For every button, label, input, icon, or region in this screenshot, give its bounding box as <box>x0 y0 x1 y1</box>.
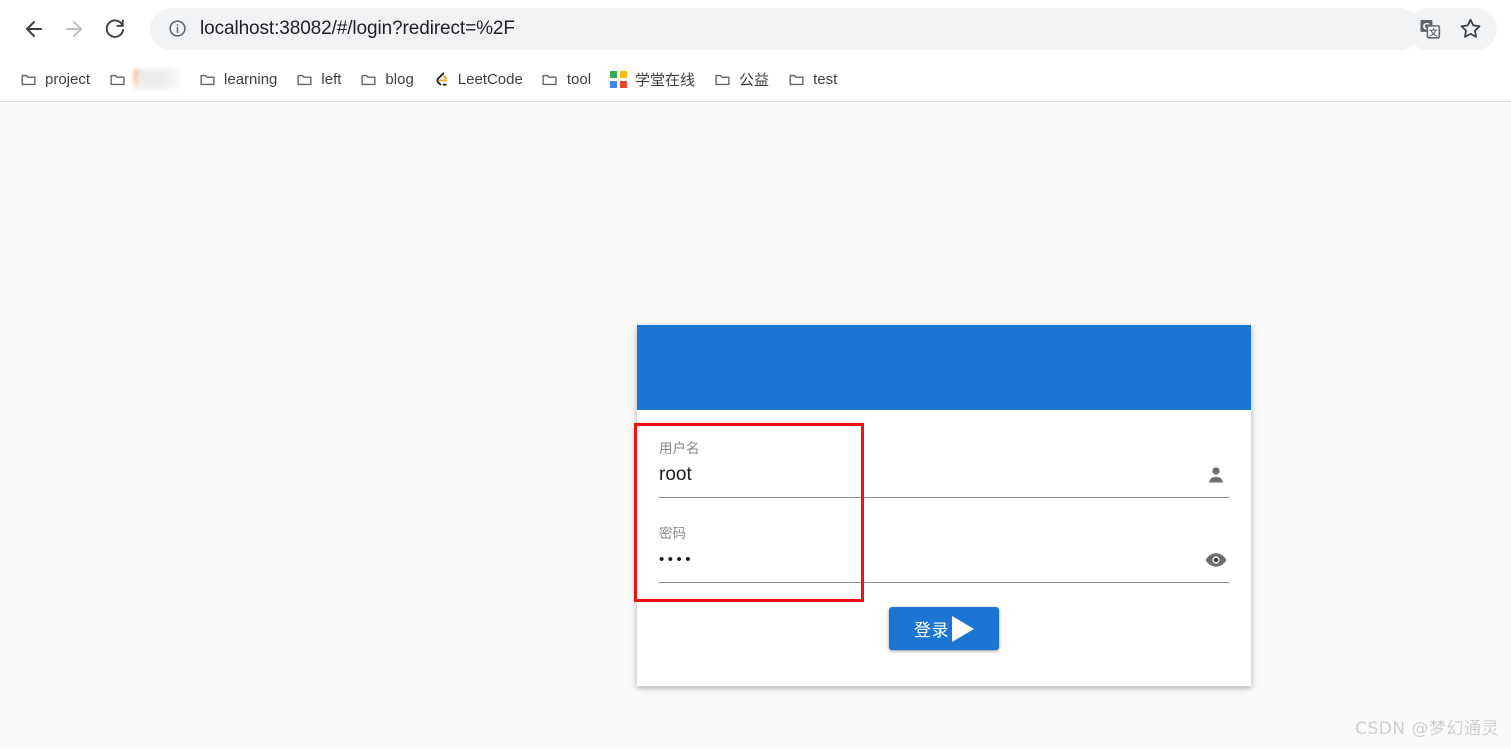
folder-icon <box>713 70 731 88</box>
password-field-group[interactable]: 密码 •••• <box>659 513 1229 583</box>
bookmark-left[interactable]: left <box>286 64 350 94</box>
browser-chrome: localhost:38082/#/login?redirect=%2F G 文 <box>0 0 1511 102</box>
login-card: 用户名 root 密码 •••• 登录 <box>637 325 1251 686</box>
bookmark-learning[interactable]: learning <box>189 64 286 94</box>
bookmark-gongyi[interactable]: 公益 <box>704 64 778 94</box>
bookmark-test[interactable]: test <box>778 64 846 94</box>
leetcode-icon <box>432 70 450 88</box>
bookmark-label: learning <box>224 70 278 88</box>
folder-icon <box>108 70 126 88</box>
reload-button[interactable] <box>94 9 134 49</box>
back-button[interactable] <box>14 9 54 49</box>
page-viewport: 用户名 root 密码 •••• 登录 CSDN @梦幻通灵 <box>0 102 1511 748</box>
folder-icon <box>541 70 559 88</box>
username-field-group[interactable]: 用户名 root <box>659 428 1229 498</box>
bookmark-label: test <box>813 70 838 88</box>
password-input[interactable]: •••• <box>659 547 1229 573</box>
password-label: 密码 <box>659 526 686 541</box>
bookmark-label-blurred <box>134 69 181 89</box>
account-person-icon <box>1203 462 1229 488</box>
login-card-header <box>637 325 1251 410</box>
folder-icon <box>198 70 216 88</box>
bookmark-label: project <box>45 70 91 88</box>
browser-toolbar: localhost:38082/#/login?redirect=%2F G 文 <box>0 0 1511 57</box>
folder-icon <box>359 70 377 88</box>
bookmark-leetcode[interactable]: LeetCode <box>423 64 532 94</box>
login-submit-button[interactable]: 登录 <box>889 607 999 650</box>
username-input[interactable]: root <box>659 462 1229 488</box>
bookmark-project[interactable]: project <box>10 64 99 94</box>
address-bar-url[interactable]: localhost:38082/#/login?redirect=%2F <box>200 18 515 40</box>
login-button-label: 登录 <box>914 621 949 641</box>
bookmark-label: 学堂在线 <box>635 71 696 89</box>
bookmark-label: tool <box>566 70 592 88</box>
back-arrow-icon <box>22 17 46 41</box>
grid-color-icon <box>609 70 627 88</box>
svg-text:文: 文 <box>1429 26 1438 38</box>
forward-button[interactable] <box>54 9 94 49</box>
forward-arrow-icon <box>62 17 86 41</box>
login-actions: 登录 <box>637 583 1251 686</box>
login-form: 用户名 root 密码 •••• <box>637 410 1251 583</box>
bookmarks-bar: project learning left blog LeetCode tool… <box>0 57 1511 102</box>
bookmark-label: blog <box>385 70 414 88</box>
bookmark-label: LeetCode <box>457 70 523 88</box>
arrow-right-triangle-icon <box>952 615 974 642</box>
info-circle-icon[interactable] <box>164 16 190 42</box>
bookmark-xuetangzaixian[interactable]: 学堂在线 <box>600 64 704 94</box>
bookmark-redacted[interactable] <box>99 64 189 94</box>
address-bar[interactable]: localhost:38082/#/login?redirect=%2F <box>150 7 1421 50</box>
folder-icon <box>19 70 37 88</box>
translate-icon[interactable]: G 文 <box>1417 16 1443 42</box>
username-label: 用户名 <box>659 441 700 456</box>
watermark-text: CSDN @梦幻通灵 <box>1355 719 1499 739</box>
bookmark-star-icon[interactable] <box>1457 16 1483 42</box>
bookmark-label: 公益 <box>739 71 770 89</box>
folder-icon <box>295 70 313 88</box>
bookmark-label: left <box>321 70 342 88</box>
omnibox-actions: G 文 <box>1407 7 1497 50</box>
reload-icon <box>103 17 126 40</box>
folder-icon <box>787 70 805 88</box>
bookmark-blog[interactable]: blog <box>350 64 422 94</box>
bookmark-tool[interactable]: tool <box>532 64 600 94</box>
eye-visibility-icon[interactable] <box>1203 547 1229 573</box>
